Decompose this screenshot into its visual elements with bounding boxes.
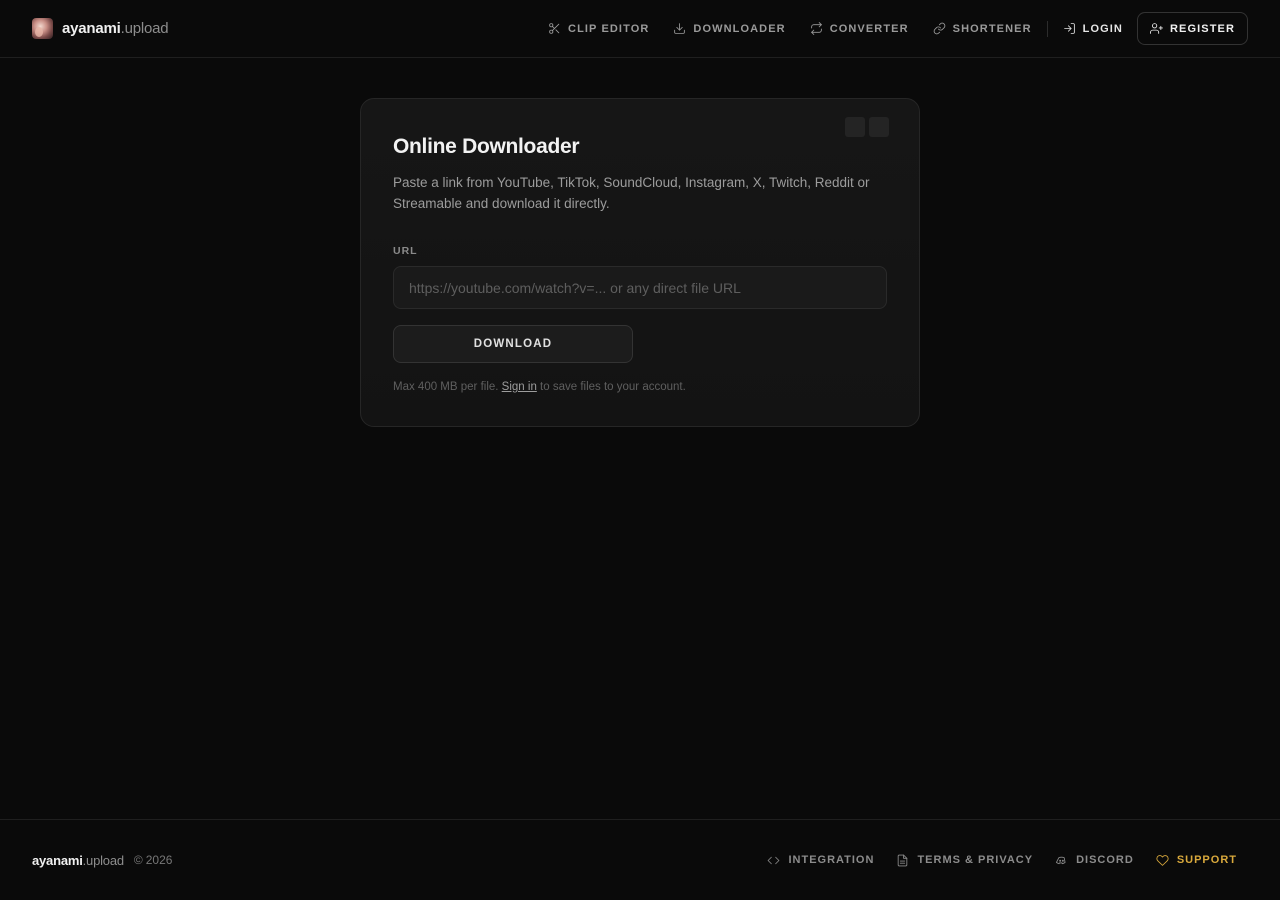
note-suffix: to save files to your account. — [540, 381, 686, 393]
main-nav: CLIP EDITOR DOWNLOADER CONVERTER SHORTEN… — [536, 12, 1248, 45]
footer-link-discord-label: DISCORD — [1076, 854, 1134, 866]
discord-icon — [1056, 856, 1066, 864]
footer-brand: ayanami.upload © 2026 — [32, 853, 172, 868]
nav-shortener-label: SHORTENER — [952, 22, 1032, 35]
page-description: Paste a link from YouTube, TikTok, Sound… — [393, 175, 870, 211]
sign-in-link[interactable]: Sign in — [502, 381, 537, 393]
nav-downloader[interactable]: DOWNLOADER — [661, 12, 797, 45]
footer-link-support[interactable]: SUPPORT — [1145, 854, 1248, 867]
footer-links: INTEGRATION TERMS & PRIVACY DISCORD SUPP… — [756, 854, 1248, 867]
url-input[interactable] — [393, 266, 887, 309]
heart-icon — [1156, 854, 1169, 866]
app-root: ayanami.upload CLIP EDITOR DOWNLOADER CO… — [0, 0, 1280, 900]
brand-name: ayanami — [62, 20, 121, 37]
nav-clip-editor[interactable]: CLIP EDITOR — [536, 12, 661, 45]
brand-home-link[interactable]: ayanami.upload — [32, 18, 169, 39]
register-button[interactable]: REGISTER — [1136, 12, 1248, 45]
nav-clip-editor-label: CLIP EDITOR — [568, 22, 650, 35]
footer-brand-link[interactable]: ayanami.upload — [32, 853, 124, 868]
footer-brand-suffix: .upload — [82, 852, 124, 868]
url-label: URL — [393, 245, 418, 257]
footer-link-integration-label: INTEGRATION — [788, 854, 875, 866]
note-prefix: Max 400 MB per file. — [393, 381, 499, 393]
copyright: © 2026 — [134, 853, 173, 867]
user-plus-icon — [1150, 23, 1163, 34]
repeat-icon — [810, 22, 822, 35]
login-button[interactable]: LOGIN — [1051, 12, 1135, 45]
nav-converter-label: CONVERTER — [829, 22, 909, 35]
footer-link-support-label: SUPPORT — [1176, 854, 1237, 866]
copyright-icon: © — [133, 853, 143, 867]
top-header: ayanami.upload CLIP EDITOR DOWNLOADER CO… — [0, 0, 1280, 58]
login-icon — [1063, 23, 1075, 34]
login-label: LOGIN — [1082, 22, 1123, 35]
link-icon — [933, 22, 945, 35]
brand-suffix: .upload — [120, 20, 169, 37]
brand-avatar — [32, 18, 53, 39]
card-decoration — [845, 117, 893, 147]
scissors-icon — [549, 23, 560, 34]
nav-shortener[interactable]: SHORTENER — [921, 12, 1044, 45]
register-label: REGISTER — [1169, 22, 1235, 35]
page-footer: ayanami.upload © 2026 INTEGRATION TERMS … — [0, 819, 1280, 900]
footer-link-terms[interactable]: TERMS & PRIVACY — [885, 854, 1044, 867]
footer-link-discord[interactable]: DISCORD — [1044, 854, 1145, 867]
nav-converter[interactable]: CONVERTER — [798, 12, 921, 45]
page-title: Online Downloader — [393, 135, 580, 158]
downloader-card: Online Downloader Paste a link from YouT… — [360, 98, 920, 427]
footer-link-integration[interactable]: INTEGRATION — [756, 854, 885, 867]
code-icon — [768, 856, 780, 864]
download-icon — [674, 23, 686, 34]
download-button[interactable]: DOWNLOAD — [393, 325, 633, 363]
document-icon — [898, 854, 908, 866]
nav-downloader-label: DOWNLOADER — [693, 22, 786, 35]
nav-divider — [1046, 20, 1048, 37]
upload-note: Max 400 MB per file. Sign in to save fil… — [393, 381, 887, 393]
brand-logo-text: ayanami.upload — [62, 20, 169, 37]
footer-link-terms-label: TERMS & PRIVACY — [917, 854, 1034, 866]
copyright-year: 2026 — [145, 853, 173, 867]
footer-brand-name: ayanami — [32, 852, 83, 868]
